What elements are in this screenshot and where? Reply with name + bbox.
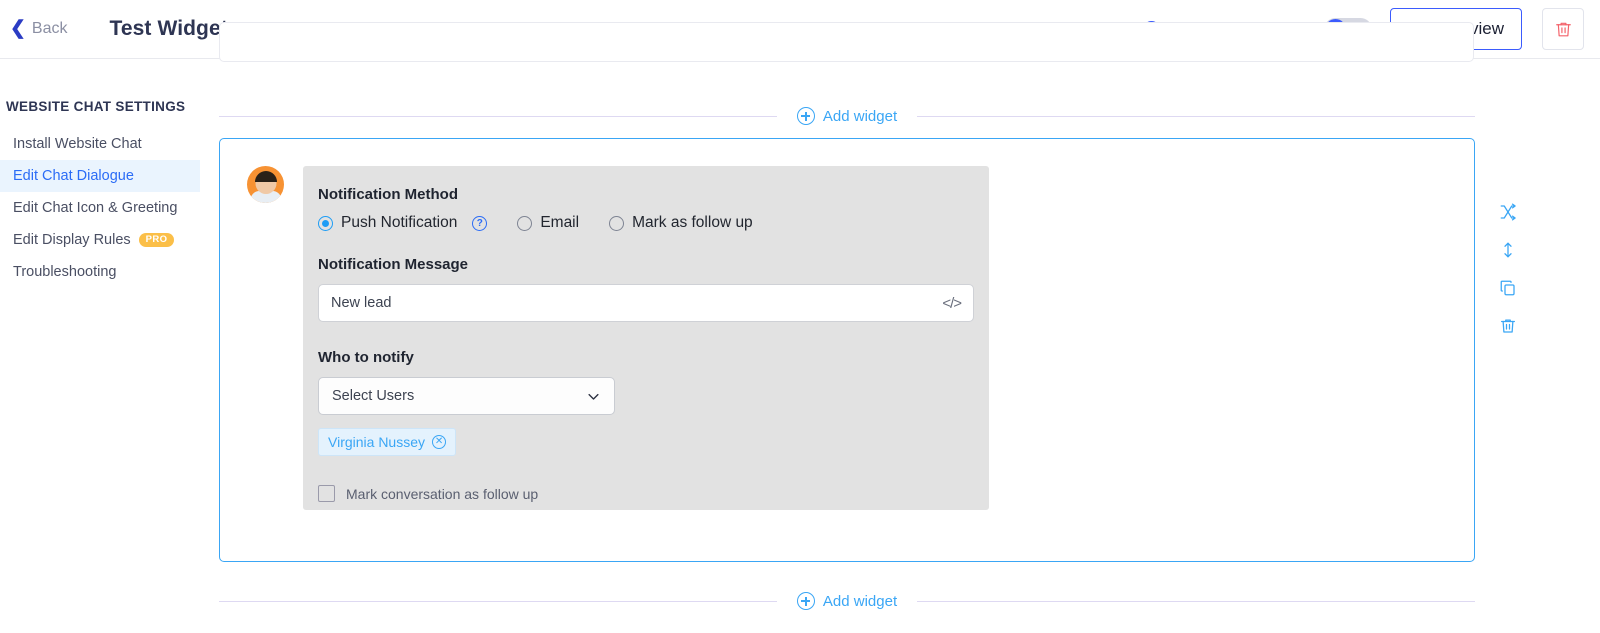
notification-message-value: New lead (331, 295, 392, 311)
sidebar-item-troubleshooting[interactable]: Troubleshooting (0, 256, 200, 288)
divider-line-right (917, 115, 1475, 117)
radio-label: Push Notification (341, 214, 458, 231)
sidebar: WEBSITE CHAT SETTINGS Install Website Ch… (0, 59, 200, 633)
add-widget-button-top[interactable]: Add widget (777, 107, 917, 125)
back-label: Back (31, 20, 68, 37)
sidebar-heading: WEBSITE CHAT SETTINGS (6, 99, 186, 114)
follow-up-checkbox[interactable] (318, 485, 335, 502)
add-widget-divider-bottom: Add widget (219, 592, 1475, 610)
notification-method-radio-group: Push Notification ? Email Mark as follow… (318, 214, 974, 232)
radio-indicator (517, 215, 533, 231)
radio-option-email[interactable]: Email (517, 214, 579, 232)
notification-message-input[interactable]: New lead </> (318, 284, 974, 322)
radio-option-mark-as-follow-up[interactable]: Mark as follow up (609, 214, 753, 232)
plus-circle-icon (796, 592, 815, 610)
chip-label: Virginia Nussey (328, 434, 426, 450)
close-circle-icon[interactable]: ✕ (432, 435, 447, 449)
widget-card-content: Notification Method Push Notification ? … (220, 139, 1474, 510)
radio-option-push-notification[interactable]: Push Notification ? (318, 214, 488, 232)
who-to-notify-label: Who to notify (318, 349, 414, 366)
notification-settings-panel: Notification Method Push Notification ? … (303, 166, 989, 510)
add-widget-divider-top: Add widget (219, 107, 1475, 125)
trash-icon[interactable] (1497, 315, 1519, 337)
follow-up-checkbox-row[interactable]: Mark conversation as follow up (318, 485, 974, 502)
select-users-dropdown[interactable]: Select Users (318, 377, 615, 415)
move-vertical-icon[interactable] (1497, 239, 1519, 261)
page-title: Test Widget (109, 17, 228, 40)
selected-widget-card[interactable]: Notification Method Push Notification ? … (219, 138, 1475, 562)
shuffle-icon[interactable] (1497, 201, 1519, 223)
notification-message-label: Notification Message (318, 256, 469, 273)
avatar-hair (254, 171, 277, 182)
pro-badge: PRO (138, 233, 175, 247)
add-widget-label: Add widget (822, 592, 898, 610)
add-widget-button-bottom[interactable]: Add widget (777, 592, 917, 610)
sidebar-item-label: Edit Chat Icon & Greeting (13, 200, 178, 216)
delete-widget-button[interactable] (1542, 8, 1584, 50)
divider-line-right (917, 600, 1475, 602)
chevron-down-icon (588, 393, 599, 400)
radio-indicator (609, 215, 625, 231)
sidebar-item-label: Troubleshooting (13, 264, 117, 280)
radio-indicator (318, 215, 333, 231)
divider-line-left (219, 115, 777, 117)
sidebar-item-edit-chat-icon-greeting[interactable]: Edit Chat Icon & Greeting (0, 192, 200, 224)
sidebar-list: Install Website Chat Edit Chat Dialogue … (0, 128, 200, 288)
select-users-value: Select Users (332, 388, 415, 404)
follow-up-checkbox-label: Mark conversation as follow up (346, 485, 539, 502)
plus-circle-icon (796, 107, 815, 125)
notification-method-label: Notification Method (318, 186, 458, 203)
selected-user-chip[interactable]: Virginia Nussey ✕ (318, 428, 457, 456)
agent-avatar (247, 166, 284, 203)
sidebar-item-install-website-chat[interactable]: Install Website Chat (0, 128, 200, 160)
sidebar-item-label: Edit Chat Dialogue (13, 168, 134, 184)
radio-label: Email (540, 214, 580, 231)
radio-label: Mark as follow up (632, 214, 753, 231)
previous-widget-card-partial[interactable] (219, 22, 1474, 62)
add-widget-label: Add widget (822, 107, 898, 125)
divider-line-left (219, 600, 777, 602)
sidebar-item-edit-chat-dialogue[interactable]: Edit Chat Dialogue (0, 160, 200, 192)
duplicate-icon[interactable] (1497, 277, 1519, 299)
push-notification-help-icon[interactable]: ? (472, 215, 488, 231)
widget-action-rail (1497, 201, 1519, 337)
widget-canvas: Add widget Notification Method Push Noti… (200, 22, 1600, 633)
chevron-left-icon: ❮ (10, 17, 26, 39)
code-icon[interactable]: </> (942, 295, 962, 312)
sidebar-item-label: Edit Display Rules (13, 232, 131, 248)
sidebar-item-label: Install Website Chat (13, 136, 142, 152)
back-button[interactable]: ❮ Back (10, 17, 68, 39)
sidebar-item-edit-display-rules[interactable]: Edit Display Rules PRO (0, 224, 200, 256)
trash-icon (1555, 22, 1571, 36)
